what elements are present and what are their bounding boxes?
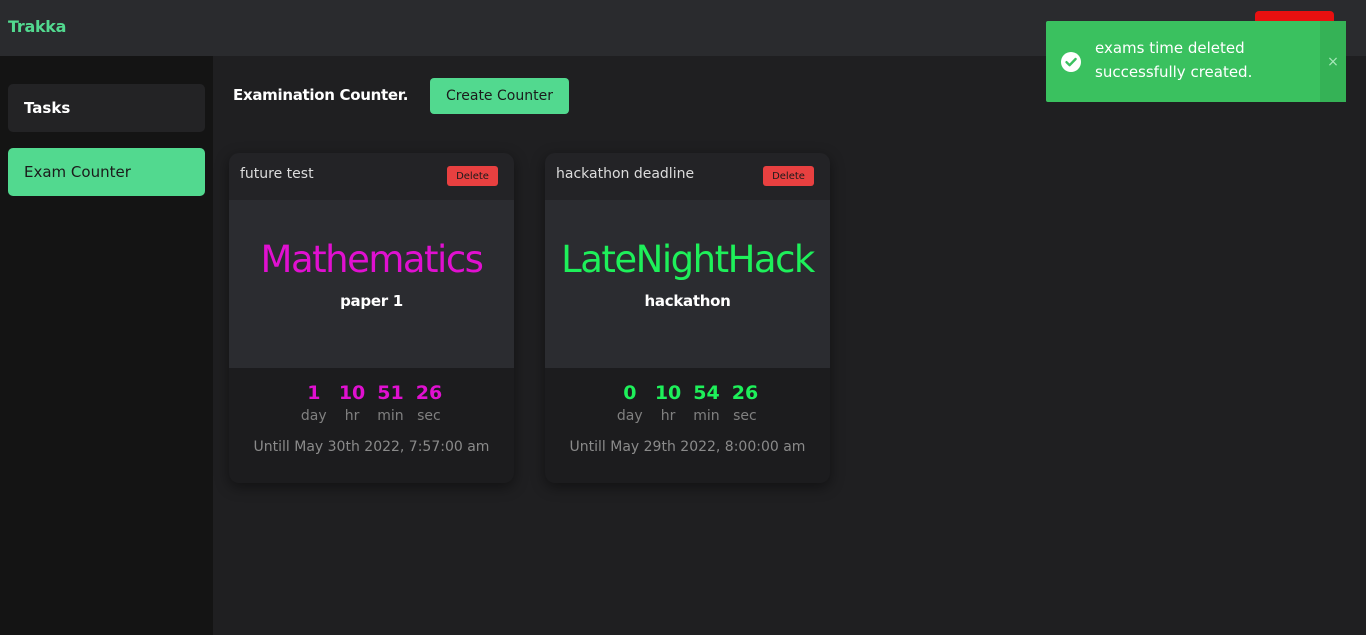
countdown-minutes: 54 min <box>693 382 719 424</box>
days-value: 1 <box>307 382 321 404</box>
days-label: day <box>616 408 643 424</box>
sidebar-item-label: Tasks <box>24 99 71 117</box>
countdown-minutes: 51 min <box>377 382 403 424</box>
close-icon: × <box>1327 53 1339 70</box>
page-title: Examination Counter. <box>233 86 409 104</box>
hours-label: hr <box>660 408 676 424</box>
sidebar-item-tasks[interactable]: Tasks <box>8 84 205 132</box>
card-subject: Mathematics <box>260 238 484 281</box>
minutes-value: 54 <box>693 382 720 404</box>
countdown-hours: 10 hr <box>655 382 681 424</box>
card-title: hackathon deadline <box>556 166 695 182</box>
card-body: LateNightHack hackathon <box>545 200 830 368</box>
countdown-seconds: 26 sec <box>732 382 758 424</box>
until-text: Untill May 29th 2022, 8:00:00 am <box>569 439 806 455</box>
counter-card: hackathon deadline Delete LateNightHack … <box>545 153 830 483</box>
minutes-value: 51 <box>377 382 404 404</box>
card-body: Mathematics paper 1 <box>229 200 514 368</box>
countdown: 0 day 10 hr 54 min 26 sec <box>545 382 830 424</box>
days-value: 0 <box>623 382 637 404</box>
seconds-label: sec <box>417 408 441 424</box>
card-header: hackathon deadline Delete <box>545 153 830 200</box>
hours-value: 10 <box>338 382 366 404</box>
hours-value: 10 <box>654 382 682 404</box>
hours-label: hr <box>344 408 360 424</box>
card-title: future test <box>240 166 314 182</box>
seconds-value: 26 <box>415 382 443 404</box>
toast-close-button[interactable]: × <box>1320 21 1346 102</box>
counter-card: future test Delete Mathematics paper 1 1… <box>229 153 514 483</box>
days-label: day <box>300 408 327 424</box>
create-counter-button[interactable]: Create Counter <box>430 78 569 114</box>
minutes-label: min <box>693 408 720 424</box>
card-type: paper 1 <box>340 292 403 310</box>
sidebar-item-exam-counter[interactable]: Exam Counter <box>8 148 205 196</box>
success-toast: exams time deleted successfully created.… <box>1046 21 1346 102</box>
toast-message: exams time deleted successfully created. <box>1095 39 1253 81</box>
countdown-seconds: 26 sec <box>416 382 442 424</box>
card-subject: LateNightHack <box>561 238 815 281</box>
delete-button[interactable]: Delete <box>763 166 814 186</box>
countdown-days: 1 day <box>301 382 327 424</box>
seconds-label: sec <box>733 408 757 424</box>
countdown: 1 day 10 hr 51 min 26 sec <box>229 382 514 424</box>
countdown-days: 0 day <box>617 382 643 424</box>
until-text: Untill May 30th 2022, 7:57:00 am <box>253 439 490 455</box>
countdown-hours: 10 hr <box>339 382 365 424</box>
seconds-value: 26 <box>731 382 759 404</box>
sidebar: Tasks Exam Counter <box>0 56 213 635</box>
sidebar-item-label: Exam Counter <box>24 163 131 181</box>
delete-button[interactable]: Delete <box>447 166 498 186</box>
check-circle-icon <box>1061 52 1081 72</box>
card-type: hackathon <box>644 292 731 310</box>
brand-logo[interactable]: Trakka <box>8 17 66 36</box>
minutes-label: min <box>377 408 404 424</box>
card-header: future test Delete <box>229 153 514 200</box>
